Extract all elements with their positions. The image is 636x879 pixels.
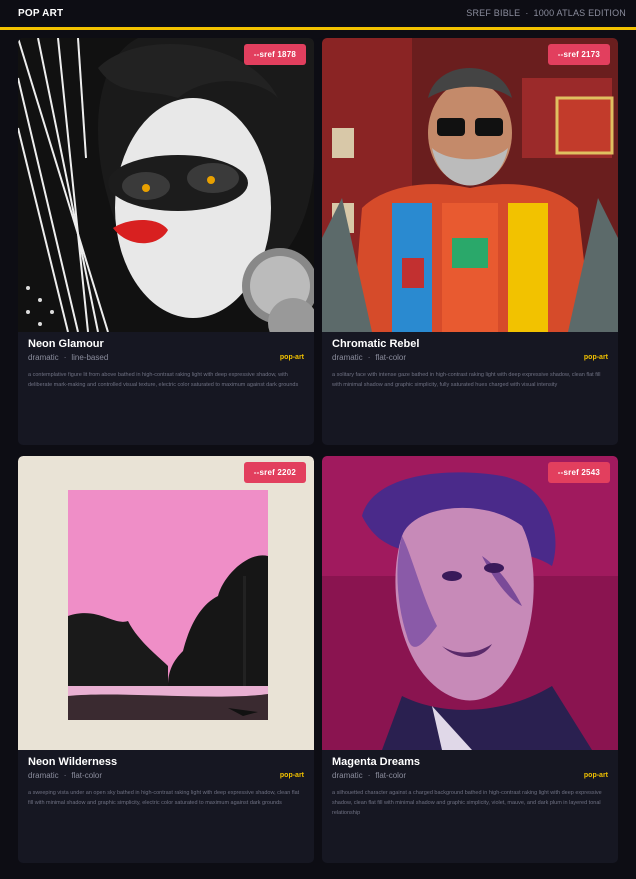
magenta-dreams-image <box>322 456 618 750</box>
style-card[interactable]: --sref 2543 Magenta Dreams dramatic · flat… <box>322 456 618 863</box>
card-title: Magenta Dreams <box>332 756 421 768</box>
sref-badge[interactable]: --sref 2202 <box>243 462 306 483</box>
technique-label: flat-color <box>375 353 407 362</box>
edition-name: SREF BIBLE <box>466 8 521 18</box>
card-description: a solitary face with intense gaze bathed… <box>332 372 601 388</box>
style-thumbnail[interactable]: --sref 2173 <box>322 38 618 332</box>
card-title: Chromatic Rebel <box>332 338 420 350</box>
style-thumbnail[interactable]: --sref 2543 <box>322 456 618 750</box>
top-bar: POP ART SREF BIBLE · 1000 ATLAS EDITION <box>0 0 636 30</box>
category-tag[interactable]: pop-art <box>584 772 608 779</box>
category-tag[interactable]: pop-art <box>280 772 304 779</box>
category-tag[interactable]: pop-art <box>584 354 608 361</box>
card-title: Neon Wilderness <box>28 756 118 768</box>
sref-badge[interactable]: --sref 2173 <box>547 44 610 65</box>
technique-label: flat-color <box>71 771 103 780</box>
mood-label: dramatic <box>28 353 59 362</box>
edition-subtitle: 1000 ATLAS EDITION <box>533 8 626 18</box>
card-description: a sweeping vista under an open sky bathe… <box>28 790 300 806</box>
card-description: a silhouetted character against a charge… <box>332 790 602 816</box>
mood-label: dramatic <box>28 771 59 780</box>
neon-wilderness-image <box>18 456 314 750</box>
style-thumbnail[interactable]: --sref 2202 <box>18 456 314 750</box>
style-card[interactable]: --sref 2173 Chromatic Rebel dramatic · fla… <box>322 38 618 445</box>
style-card[interactable]: --sref 1878 Neon Glamour dramatic · line-b… <box>18 38 314 445</box>
card-meta: dramatic · line-based <box>28 353 109 362</box>
card-meta: dramatic · flat-color <box>332 771 407 780</box>
sref-badge[interactable]: --sref 1878 <box>243 44 306 65</box>
style-thumbnail[interactable]: --sref 1878 <box>18 38 314 332</box>
edition-label: SREF BIBLE · 1000 ATLAS EDITION <box>466 8 626 18</box>
card-meta: dramatic · flat-color <box>28 771 103 780</box>
card-title: Neon Glamour <box>28 338 104 350</box>
card-description: a contemplative figure lit from above ba… <box>28 372 299 388</box>
technique-label: line-based <box>71 353 109 362</box>
sref-badge[interactable]: --sref 2543 <box>547 462 610 483</box>
neon-glamour-image <box>18 38 314 332</box>
technique-label: flat-color <box>375 771 407 780</box>
card-meta: dramatic · flat-color <box>332 353 407 362</box>
page-title: POP ART <box>18 8 64 19</box>
mood-label: dramatic <box>332 353 363 362</box>
chromatic-rebel-image <box>322 38 618 332</box>
category-tag[interactable]: pop-art <box>280 354 304 361</box>
style-card[interactable]: --sref 2202 Neon Wilderness dramatic · fla… <box>18 456 314 863</box>
mood-label: dramatic <box>332 771 363 780</box>
